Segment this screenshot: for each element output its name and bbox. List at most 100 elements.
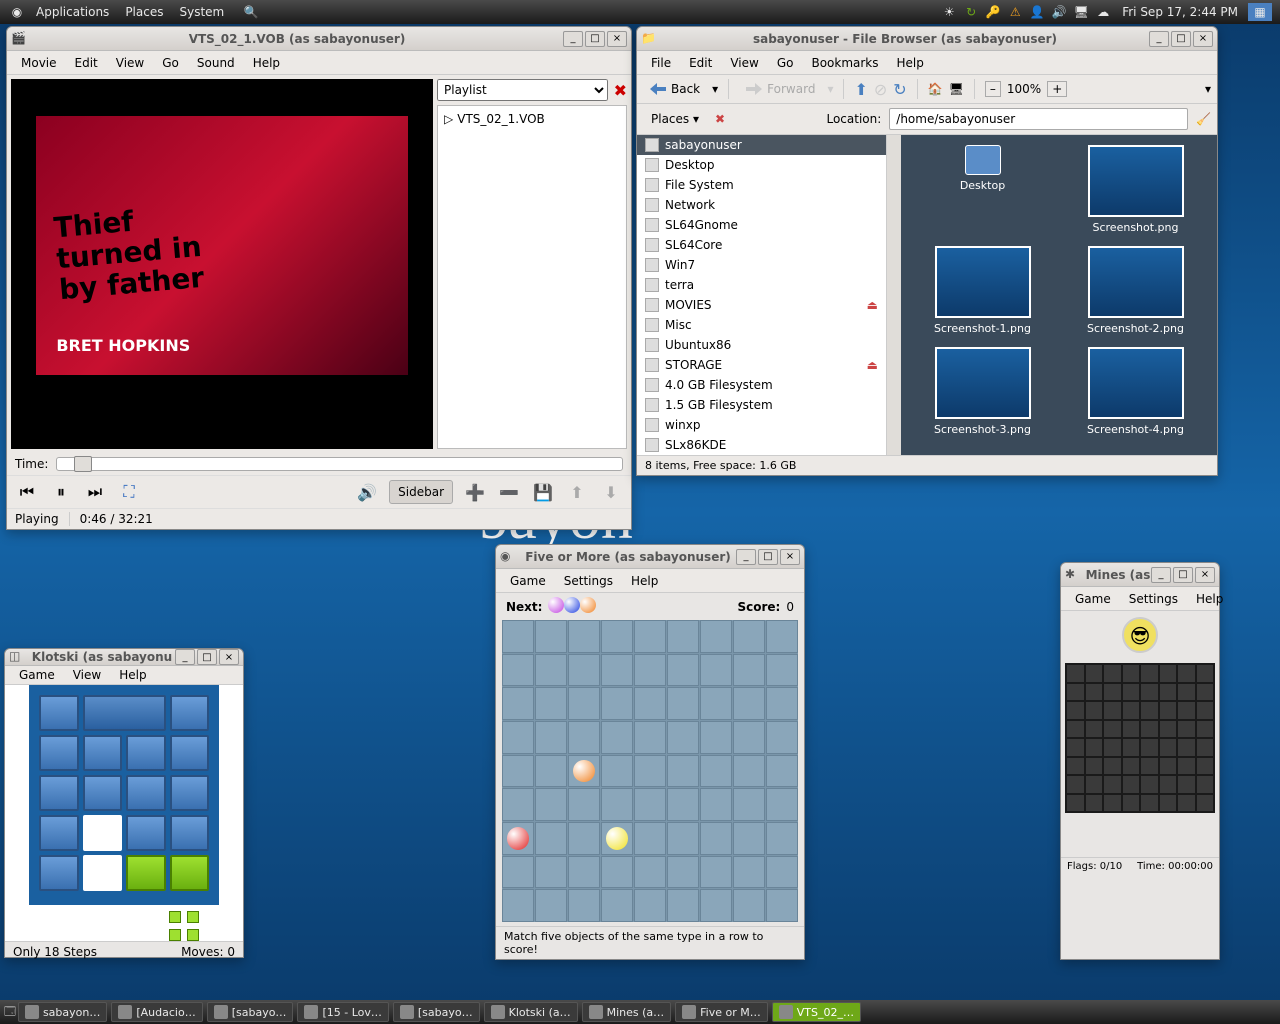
board-cell[interactable] bbox=[700, 788, 732, 821]
board-cell[interactable] bbox=[502, 856, 534, 889]
mine-cell[interactable] bbox=[1160, 739, 1177, 756]
help-menu[interactable]: Help bbox=[623, 572, 666, 590]
mine-cell[interactable] bbox=[1104, 665, 1121, 682]
mine-cell[interactable] bbox=[1178, 739, 1195, 756]
mine-cell[interactable] bbox=[1123, 758, 1140, 775]
view-menu[interactable]: View bbox=[108, 54, 152, 72]
board-cell[interactable] bbox=[601, 822, 633, 855]
mine-cell[interactable] bbox=[1160, 795, 1177, 812]
board-cell[interactable] bbox=[601, 721, 633, 754]
mine-cell[interactable] bbox=[1086, 795, 1103, 812]
sound-menu[interactable]: Sound bbox=[189, 54, 243, 72]
place-item[interactable]: Win7 bbox=[637, 255, 886, 275]
board-cell[interactable] bbox=[667, 687, 699, 720]
zoom-in-icon[interactable]: + bbox=[1047, 81, 1067, 97]
taskbar-item[interactable]: [15 - Lov… bbox=[297, 1002, 388, 1022]
klotski-tile[interactable] bbox=[39, 815, 79, 851]
mine-cell[interactable] bbox=[1123, 776, 1140, 793]
klotski-tile[interactable] bbox=[126, 775, 166, 811]
mine-cell[interactable] bbox=[1067, 665, 1084, 682]
board-cell[interactable] bbox=[502, 721, 534, 754]
klotski-tile[interactable] bbox=[170, 775, 210, 811]
volume-icon[interactable]: 🔊 bbox=[355, 480, 379, 504]
klotski-green-tile[interactable] bbox=[126, 855, 166, 891]
search-icon[interactable]: 🔍 bbox=[242, 3, 260, 21]
fiveormore-board[interactable] bbox=[502, 620, 798, 922]
maximize-button[interactable]: □ bbox=[1173, 567, 1193, 583]
tray-update-icon[interactable]: ↻ bbox=[962, 3, 980, 21]
board-cell[interactable] bbox=[502, 687, 534, 720]
mine-cell[interactable] bbox=[1104, 776, 1121, 793]
applications-menu[interactable]: Applications bbox=[28, 5, 117, 19]
clear-location-icon[interactable]: 🧹 bbox=[1196, 112, 1211, 126]
forward-dropdown-icon[interactable]: ▾ bbox=[827, 82, 833, 96]
klotski-tile[interactable] bbox=[126, 815, 166, 851]
taskbar-item[interactable]: sabayon… bbox=[18, 1002, 107, 1022]
game-ball[interactable] bbox=[507, 827, 529, 850]
media-player-titlebar[interactable]: 🎬 VTS_02_1.VOB (as sabayonuser) _ □ × bbox=[7, 27, 631, 51]
board-cell[interactable] bbox=[766, 721, 798, 754]
taskbar-item[interactable]: Mines (a… bbox=[582, 1002, 672, 1022]
seek-slider[interactable] bbox=[56, 457, 623, 471]
maximize-button[interactable]: □ bbox=[585, 31, 605, 47]
mine-cell[interactable] bbox=[1123, 665, 1140, 682]
board-cell[interactable] bbox=[502, 755, 534, 788]
move-up-button[interactable]: ⬆ bbox=[565, 480, 589, 504]
tray-volume-icon[interactable]: 🔊 bbox=[1050, 3, 1068, 21]
settings-menu[interactable]: Settings bbox=[556, 572, 621, 590]
mine-cell[interactable] bbox=[1086, 776, 1103, 793]
board-cell[interactable] bbox=[733, 687, 765, 720]
mine-cell[interactable] bbox=[1104, 739, 1121, 756]
klotski-tile[interactable] bbox=[170, 735, 210, 771]
mine-cell[interactable] bbox=[1086, 702, 1103, 719]
board-cell[interactable] bbox=[700, 620, 732, 653]
file-browser-titlebar[interactable]: 📁 sabayonuser - File Browser (as sabayon… bbox=[637, 27, 1217, 51]
taskbar-item[interactable]: [Audacio… bbox=[111, 1002, 202, 1022]
game-menu[interactable]: Game bbox=[1067, 590, 1119, 608]
board-cell[interactable] bbox=[535, 721, 567, 754]
view-menu[interactable]: View bbox=[65, 666, 109, 684]
klotski-tile[interactable] bbox=[83, 775, 123, 811]
board-cell[interactable] bbox=[634, 755, 666, 788]
board-cell[interactable] bbox=[568, 721, 600, 754]
mine-cell[interactable] bbox=[1104, 684, 1121, 701]
place-item[interactable]: STORAGE⏏ bbox=[637, 355, 886, 375]
board-cell[interactable] bbox=[601, 654, 633, 687]
workspace-switcher-icon[interactable]: ▦ bbox=[1248, 3, 1272, 21]
board-cell[interactable] bbox=[733, 755, 765, 788]
mine-cell[interactable] bbox=[1141, 739, 1158, 756]
klotski-tile[interactable] bbox=[170, 815, 210, 851]
mine-cell[interactable] bbox=[1178, 702, 1195, 719]
mine-cell[interactable] bbox=[1123, 702, 1140, 719]
tray-network-icon[interactable]: 🖥 bbox=[1072, 3, 1090, 21]
board-cell[interactable] bbox=[568, 788, 600, 821]
mine-cell[interactable] bbox=[1104, 721, 1121, 738]
pause-button[interactable]: ⏸ bbox=[49, 480, 73, 504]
forward-button[interactable]: Forward bbox=[739, 79, 821, 99]
mine-cell[interactable] bbox=[1104, 702, 1121, 719]
playlist-dropdown[interactable]: Playlist bbox=[437, 79, 608, 101]
board-cell[interactable] bbox=[667, 721, 699, 754]
board-cell[interactable] bbox=[601, 620, 633, 653]
place-item[interactable]: SL64Gnome bbox=[637, 215, 886, 235]
place-item[interactable]: Network bbox=[637, 195, 886, 215]
mine-cell[interactable] bbox=[1197, 665, 1214, 682]
board-cell[interactable] bbox=[568, 889, 600, 922]
board-cell[interactable] bbox=[535, 889, 567, 922]
mine-cell[interactable] bbox=[1141, 776, 1158, 793]
bookmarks-menu[interactable]: Bookmarks bbox=[803, 54, 886, 72]
board-cell[interactable] bbox=[535, 654, 567, 687]
mine-cell[interactable] bbox=[1197, 721, 1214, 738]
maximize-button[interactable]: □ bbox=[758, 549, 778, 565]
board-cell[interactable] bbox=[766, 620, 798, 653]
next-button[interactable]: ⏭ bbox=[83, 480, 107, 504]
tray-key-icon[interactable]: 🔑 bbox=[984, 3, 1002, 21]
board-cell[interactable] bbox=[667, 889, 699, 922]
file-menu[interactable]: File bbox=[643, 54, 679, 72]
stop-button[interactable]: ⊘ bbox=[874, 80, 887, 99]
mine-cell[interactable] bbox=[1141, 684, 1158, 701]
mine-cell[interactable] bbox=[1160, 684, 1177, 701]
klotski-tile[interactable] bbox=[39, 735, 79, 771]
place-item[interactable]: sabayonuser bbox=[637, 135, 886, 155]
mine-cell[interactable] bbox=[1086, 684, 1103, 701]
